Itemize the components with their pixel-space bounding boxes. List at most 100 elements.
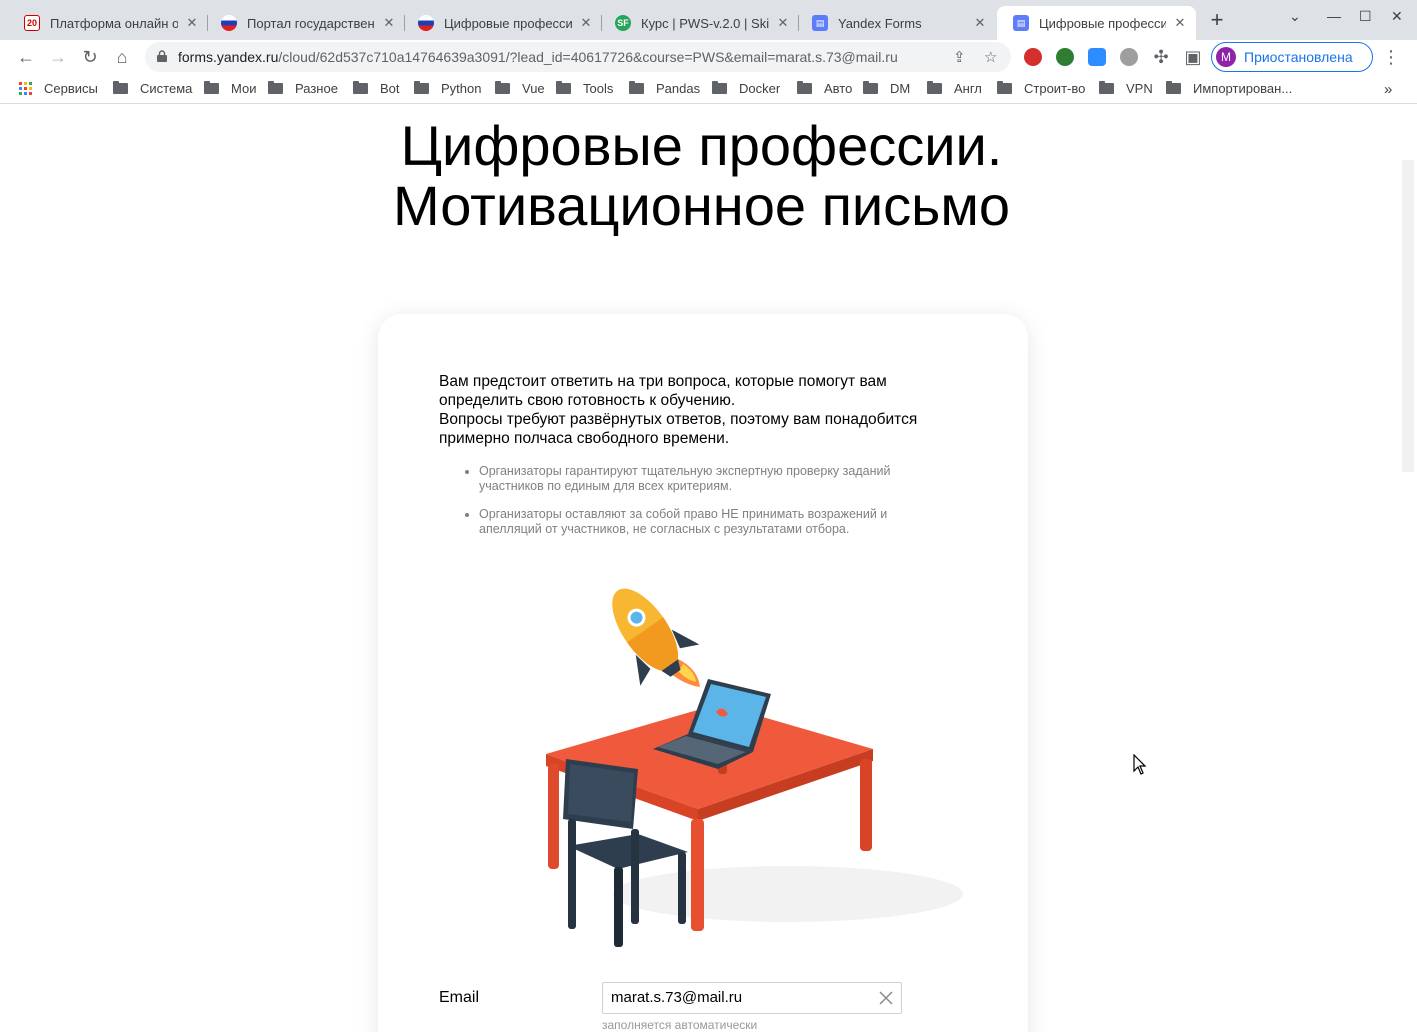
- list-item: Организаторы оставляют за собой право НЕ…: [479, 507, 949, 537]
- russia-flag-icon: [418, 15, 434, 31]
- bookmark-folder[interactable]: Авто: [797, 81, 852, 96]
- address-bar[interactable]: forms.yandex.ru/cloud/62d537c710a1476463…: [145, 42, 1011, 72]
- zoom-extension-icon[interactable]: [1088, 48, 1106, 66]
- tab-title: Платформа онлайн о: [50, 15, 178, 31]
- puzzle-extensions-icon[interactable]: ✣: [1150, 46, 1172, 68]
- lock-icon[interactable]: [157, 50, 167, 62]
- bookmark-folder[interactable]: Импортирован...: [1166, 81, 1292, 96]
- folder-icon: [1099, 81, 1114, 94]
- bookmark-folder[interactable]: Разное: [268, 81, 338, 96]
- folder-icon: [556, 81, 571, 94]
- folder-icon: [797, 81, 812, 94]
- bookmarks-bar: Сервисы Система Мои Разное Bot Python Vu…: [0, 76, 1417, 104]
- extension-icon[interactable]: [1120, 48, 1138, 66]
- tab-1[interactable]: 20 Платформа онлайн о ✕: [8, 6, 208, 40]
- share-icon[interactable]: ⇪: [953, 48, 966, 66]
- bookmark-star-icon[interactable]: ☆: [984, 48, 997, 66]
- tab-title: Yandex Forms: [838, 15, 922, 31]
- bookmark-label: DM: [890, 81, 911, 96]
- back-icon[interactable]: ←: [15, 46, 37, 68]
- page-title: Цифровые профессии.: [400, 114, 1003, 177]
- bookmark-folder[interactable]: Docker: [712, 81, 780, 96]
- tab-2[interactable]: Портал государствен ✕: [205, 6, 405, 40]
- vpn-extension-icon[interactable]: [1056, 48, 1074, 66]
- bookmark-folder[interactable]: Tools: [556, 81, 613, 96]
- home-icon[interactable]: ⌂: [111, 46, 133, 68]
- folder-icon: [1166, 81, 1181, 94]
- bookmark-folder[interactable]: Англ: [927, 81, 982, 96]
- bookmark-folder[interactable]: Pandas: [629, 81, 700, 96]
- close-icon[interactable]: ✕: [184, 15, 200, 31]
- apps-grid-icon: [19, 82, 32, 95]
- bookmark-label: Bot: [380, 81, 400, 96]
- email-input[interactable]: [603, 983, 863, 1011]
- mouse-cursor-icon: [1133, 754, 1147, 775]
- profile-button[interactable]: M Приостановлена: [1211, 42, 1373, 72]
- folder-icon: [268, 81, 283, 94]
- folder-icon: [712, 81, 727, 94]
- bookmark-label: Авто: [824, 81, 853, 96]
- tab-4[interactable]: SF Курс | PWS-v.2.0 | Skill ✕: [599, 6, 799, 40]
- maximize-button[interactable]: ☐: [1359, 8, 1372, 25]
- tab-6-active[interactable]: ▤ Цифровые професси ✕: [997, 6, 1196, 40]
- adblock-extension-icon[interactable]: [1024, 48, 1042, 66]
- rules-list: Организаторы гарантируют тщательную эксп…: [479, 464, 949, 550]
- folder-icon: [863, 81, 878, 94]
- bookmark-folder[interactable]: Python: [414, 81, 481, 96]
- bookmark-label: Pandas: [656, 81, 701, 96]
- bookmark-folder[interactable]: Строит-во: [997, 81, 1085, 96]
- skillfactory-icon: SF: [615, 15, 631, 31]
- tab-title: Портал государствен: [247, 15, 375, 31]
- intro-text: Вам предстоит ответить на три вопроса, к…: [439, 373, 887, 409]
- forward-icon[interactable]: →: [47, 46, 69, 68]
- bookmark-label: Python: [441, 81, 482, 96]
- bookmark-label: Мои: [231, 81, 257, 96]
- bookmark-folder[interactable]: Vue: [495, 81, 545, 96]
- profile-status: Приостановлена: [1244, 49, 1353, 65]
- bookmark-label: Англ: [954, 81, 982, 96]
- minimize-button[interactable]: —: [1327, 8, 1341, 24]
- forms-icon: ▤: [812, 15, 828, 31]
- bookmark-folder[interactable]: Система: [113, 81, 192, 96]
- tab-5[interactable]: ▤ Yandex Forms ✕: [796, 6, 996, 40]
- folder-icon: [204, 81, 219, 94]
- bookmarks-overflow-icon[interactable]: »: [1384, 81, 1392, 98]
- folder-icon: [495, 81, 510, 94]
- scrollbar[interactable]: [1402, 160, 1414, 472]
- tab-search-chevron-icon[interactable]: ⌄: [1289, 8, 1301, 25]
- bookmark-label: Vue: [522, 81, 545, 96]
- close-window-button[interactable]: ✕: [1391, 8, 1403, 25]
- folder-icon: [414, 81, 429, 94]
- close-icon[interactable]: ✕: [381, 15, 397, 31]
- bookmark-folder[interactable]: Мои: [204, 81, 256, 96]
- folder-icon: [113, 81, 128, 94]
- intro-text-2: Вопросы требуют развёрнутых ответов, поэ…: [439, 411, 918, 447]
- page-content: Цифровые профессии. Мотивационное письмо…: [0, 106, 1417, 1032]
- bookmark-folder[interactable]: VPN: [1099, 81, 1153, 96]
- close-icon[interactable]: ✕: [1172, 15, 1188, 31]
- reload-icon[interactable]: ↻: [79, 46, 101, 68]
- close-icon[interactable]: ✕: [972, 15, 988, 31]
- close-icon[interactable]: ✕: [775, 15, 791, 31]
- close-icon[interactable]: ✕: [578, 15, 594, 31]
- email-field[interactable]: [602, 982, 902, 1014]
- bookmark-label: Строит-во: [1024, 81, 1086, 96]
- new-tab-button[interactable]: +: [1207, 9, 1227, 31]
- side-panel-icon[interactable]: ▣: [1182, 46, 1204, 68]
- tab-strip: 20 Платформа онлайн о ✕ Портал государст…: [0, 0, 1417, 40]
- menu-kebab-icon[interactable]: ⋮: [1380, 46, 1402, 68]
- bookmark-folder[interactable]: Bot: [353, 81, 400, 96]
- url-path: /cloud/62d537c710a14764639a3091/?lead_id…: [278, 49, 898, 65]
- bookmark-label: Tools: [583, 81, 614, 96]
- clear-icon[interactable]: [877, 989, 895, 1007]
- bookmark-apps[interactable]: Сервисы: [19, 81, 98, 96]
- bookmark-label: VPN: [1126, 81, 1153, 96]
- folder-icon: [997, 81, 1012, 94]
- form-card: Вам предстоит ответить на три вопроса, к…: [378, 314, 1028, 1032]
- tab-3[interactable]: Цифровые професси ✕: [402, 6, 602, 40]
- list-item: Организаторы гарантируют тщательную эксп…: [479, 464, 949, 494]
- bookmark-label: Сервисы: [44, 81, 98, 96]
- bookmark-folder[interactable]: DM: [863, 81, 910, 96]
- forms-icon: ▤: [1013, 15, 1029, 31]
- folder-icon: [353, 81, 368, 94]
